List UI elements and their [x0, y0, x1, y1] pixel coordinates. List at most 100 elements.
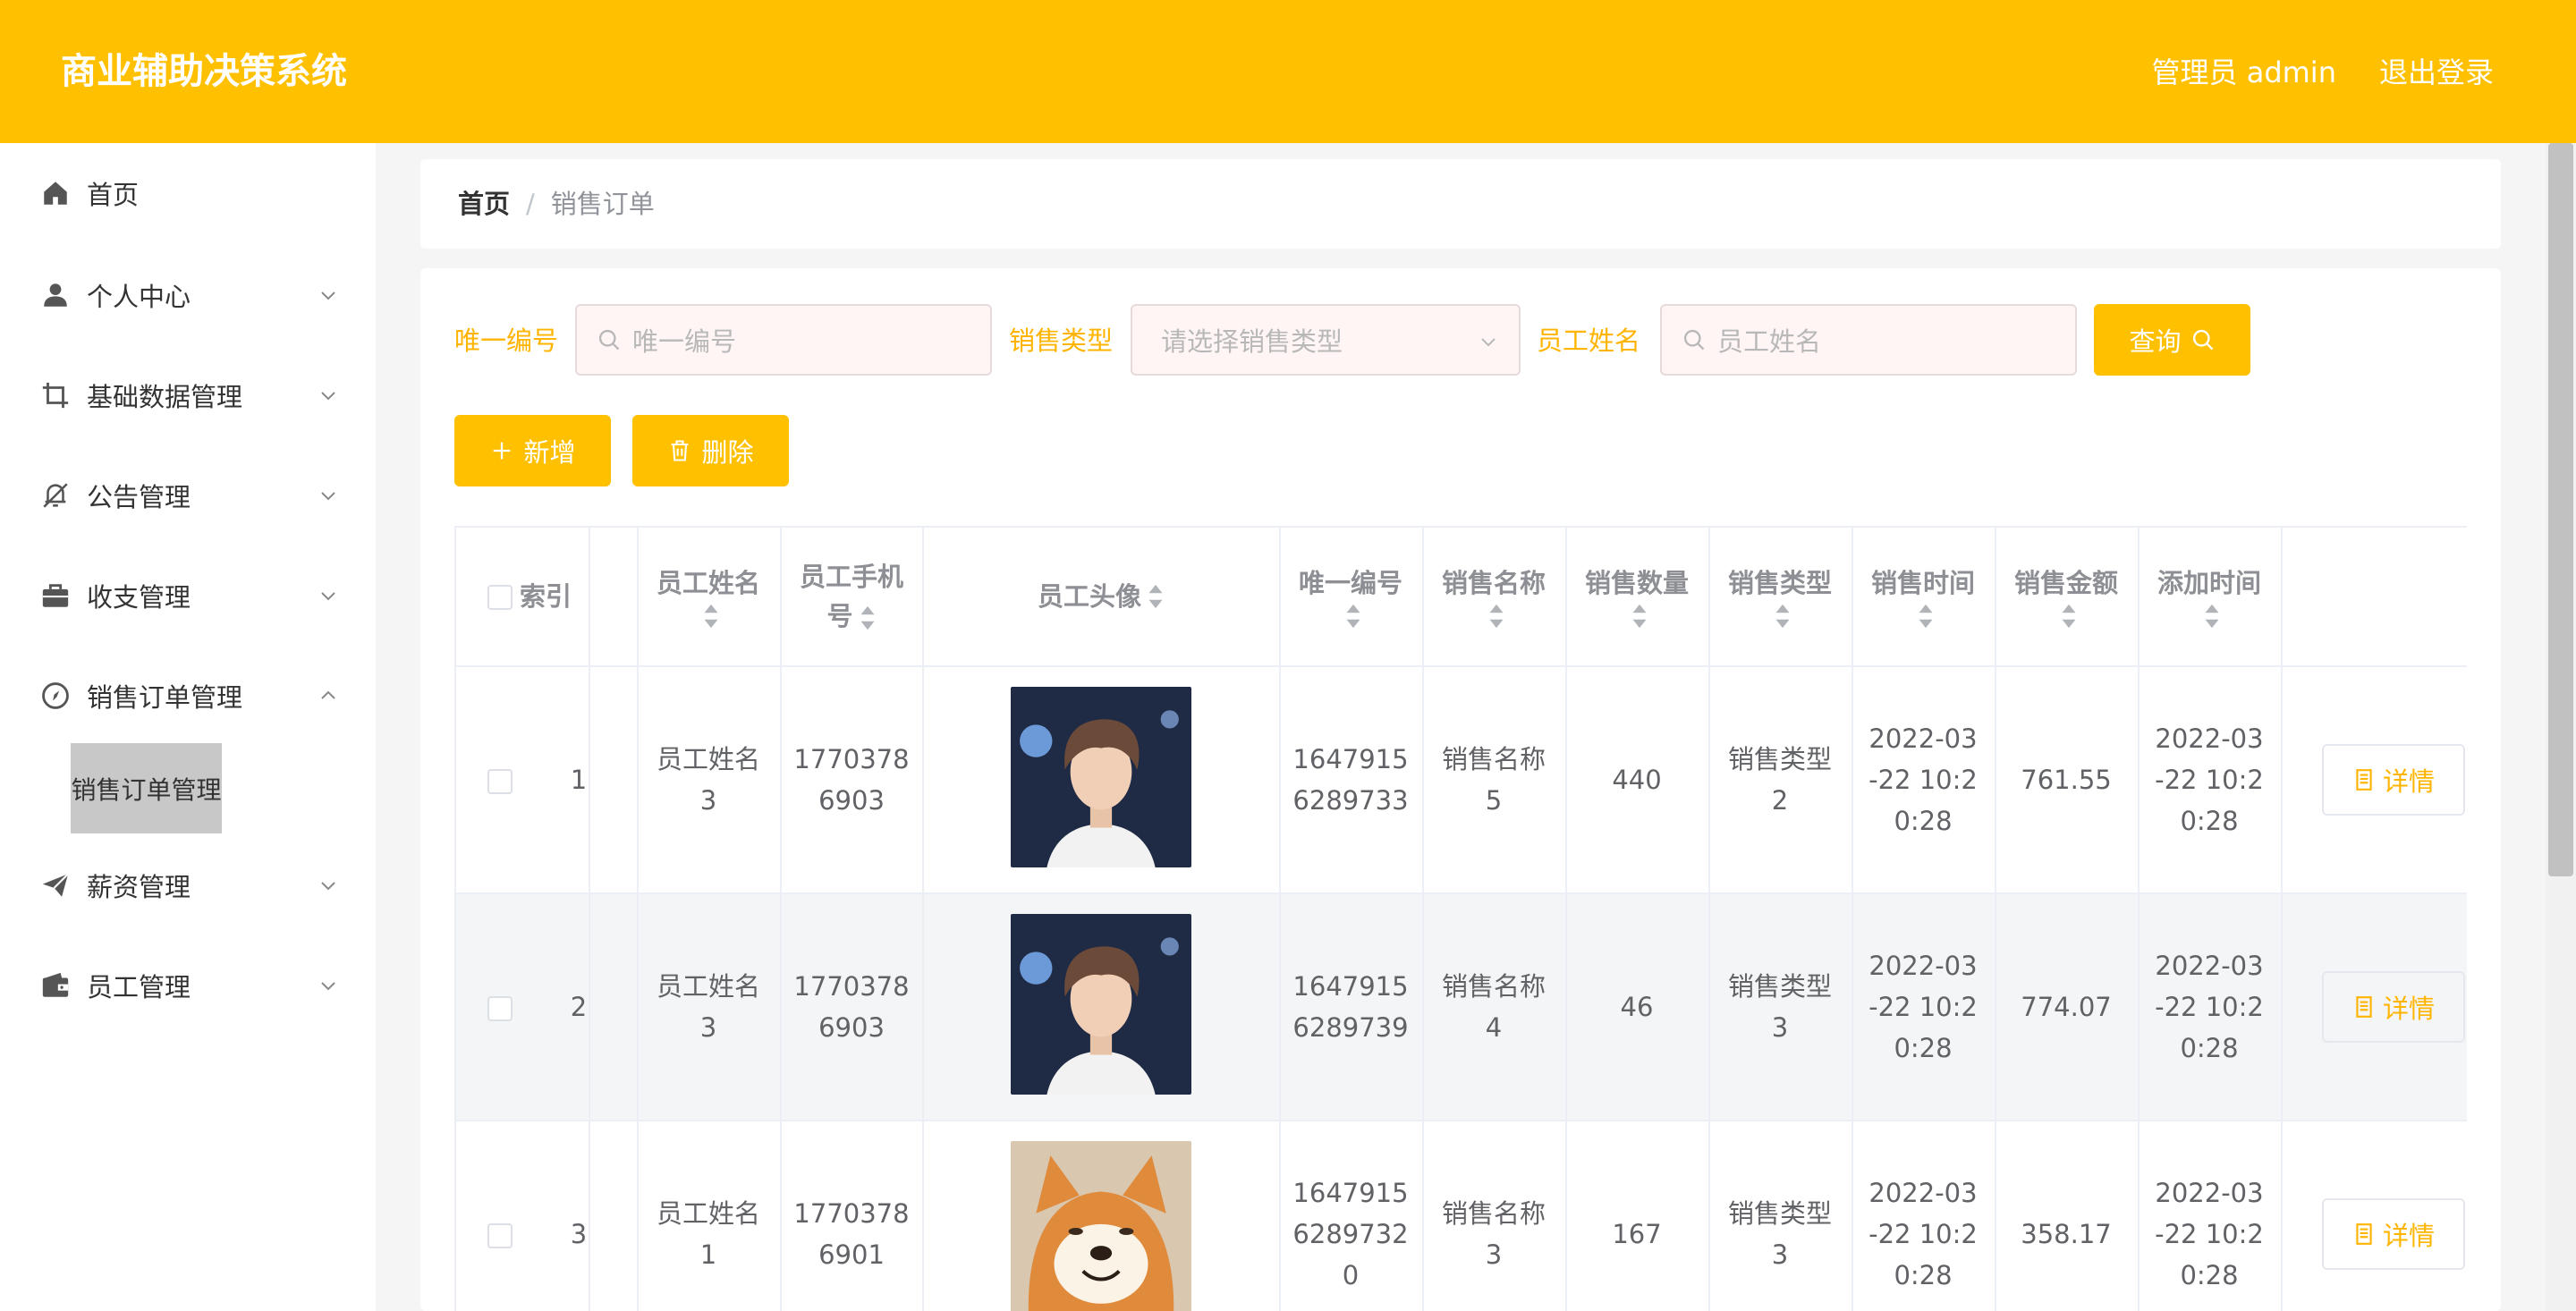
chevron-down-icon [321, 392, 335, 401]
bell-off-icon [39, 479, 72, 512]
row-amount: 761.55 [2021, 765, 2112, 795]
sidebar-item-label: 收支管理 [87, 582, 191, 613]
sidebar-subitem-sales-order-management[interactable]: 销售订单管理 [71, 743, 222, 833]
breadcrumb-bar: 首页 / 销售订单 [420, 159, 2501, 249]
sidebar: 首页 个人中心 基础数据管理 公告管理 收支管理 销售订单管理 销售订单管理 薪… [0, 143, 376, 1311]
row-employee-phone: 1770378 6903 [793, 744, 910, 816]
document-icon [2356, 996, 2372, 1018]
row-amount: 774.07 [2021, 992, 2112, 1022]
employee-name-label: 员工姓名 [1537, 326, 1641, 356]
chevron-up-icon [321, 690, 335, 699]
chevron-down-icon [321, 982, 335, 991]
row-checkbox[interactable] [487, 996, 513, 1021]
delete-button[interactable]: 删除 [632, 415, 789, 486]
breadcrumb: 首页 / 销售订单 [458, 186, 655, 222]
sidebar-item-label: 销售订单管理 [87, 682, 243, 713]
column-header-quantity[interactable]: 销售数量 [1565, 528, 1708, 665]
compass-icon [39, 680, 72, 712]
sidebar-item-employees[interactable]: 员工管理 [0, 950, 376, 1021]
query-button-label: 查询 [2129, 326, 2182, 357]
sidebar-item-sales-orders[interactable]: 销售订单管理 [0, 660, 376, 732]
sale-type-select[interactable]: 请选择销售类型 [1131, 304, 1521, 376]
employee-avatar-image [1011, 1141, 1191, 1311]
sale-type-label: 销售类型 [1009, 326, 1114, 356]
employee-name-input[interactable]: 员工姓名 [1660, 304, 2077, 376]
sidebar-item-label: 首页 [87, 180, 140, 210]
breadcrumb-separator: / [526, 189, 535, 219]
detail-button[interactable]: 详情 [2322, 971, 2465, 1043]
wallet-icon [39, 969, 72, 1002]
column-header-unique-id[interactable]: 唯一编号 [1279, 528, 1422, 665]
crop-icon [39, 379, 72, 411]
sidebar-item-announcements[interactable]: 公告管理 [0, 460, 376, 531]
detail-button[interactable]: 详情 [2322, 1198, 2465, 1270]
row-checkbox[interactable] [487, 1223, 513, 1248]
unique-id-input[interactable]: 唯一编号 [575, 304, 992, 376]
row-checkbox[interactable] [487, 769, 513, 794]
column-header-index: 索引 [519, 581, 572, 612]
row-quantity: 167 [1612, 1219, 1662, 1249]
employee-name-placeholder: 员工姓名 [1717, 326, 1822, 357]
row-quantity: 440 [1612, 765, 1662, 795]
add-button[interactable]: 新增 [454, 415, 611, 486]
sidebar-item-label: 个人中心 [87, 282, 191, 312]
search-icon [598, 329, 620, 351]
column-header-employee-name[interactable]: 员工姓名 [637, 528, 780, 665]
column-header-amount[interactable]: 销售金额 [1995, 528, 2138, 665]
row-quantity: 46 [1620, 992, 1654, 1022]
sort-icon [1919, 604, 1933, 629]
column-header-added-time[interactable]: 添加时间 [2138, 528, 2281, 665]
column-header-sale-name[interactable]: 销售名称 [1422, 528, 1565, 665]
trash-icon [672, 440, 689, 461]
briefcase-icon [39, 579, 72, 612]
sidebar-item-label: 员工管理 [87, 972, 191, 1002]
sidebar-item-label: 公告管理 [87, 482, 191, 512]
detail-button[interactable]: 详情 [2322, 744, 2465, 816]
column-header-avatar[interactable]: 员工头像 [922, 528, 1280, 665]
sale-type-placeholder: 请选择销售类型 [1161, 326, 1343, 357]
send-icon [39, 869, 72, 901]
row-sale-type: 销售类型 3 [1727, 971, 1832, 1043]
current-user-label[interactable]: 管理员 admin [2152, 52, 2336, 93]
logout-button[interactable]: 退出登录 [2379, 52, 2494, 93]
row-index: 3 [570, 1219, 588, 1249]
row-sale-type: 销售类型 3 [1727, 1198, 1832, 1270]
sidebar-item-basic-data[interactable]: 基础数据管理 [0, 359, 376, 431]
chevron-down-icon [321, 882, 335, 891]
row-sale-name: 销售名称 4 [1441, 971, 1546, 1043]
row-sale-time: 2022-03 -22 10:2 0:28 [1868, 1178, 1978, 1290]
row-employee-phone: 1770378 6903 [793, 971, 910, 1043]
scrollbar-thumb[interactable] [2548, 143, 2573, 876]
row-employee-name: 员工姓名 1 [656, 1198, 760, 1270]
sidebar-subitem-label: 销售订单管理 [71, 774, 222, 805]
row-sale-name: 销售名称 3 [1441, 1198, 1546, 1270]
detail-button-label: 详情 [2382, 766, 2435, 797]
sidebar-item-personal-center[interactable]: 个人中心 [0, 259, 376, 331]
row-employee-name: 员工姓名 3 [656, 971, 760, 1043]
column-header-employee-phone[interactable]: 员工手机 号 [780, 528, 923, 665]
sidebar-item-finance[interactable]: 收支管理 [0, 560, 376, 631]
chevron-down-icon [321, 592, 335, 601]
search-icon [1683, 329, 1705, 351]
chevron-down-icon [1481, 338, 1496, 347]
sidebar-item-salary[interactable]: 薪资管理 [0, 850, 376, 921]
employee-avatar-image [1011, 687, 1191, 867]
sort-icon [704, 604, 718, 629]
unique-id-label: 唯一编号 [454, 326, 559, 356]
row-added-time: 2022-03 -22 10:2 0:28 [2155, 723, 2264, 836]
add-button-label: 新增 [523, 437, 576, 468]
sidebar-item-home[interactable]: 首页 [0, 157, 376, 229]
row-added-time: 2022-03 -22 10:2 0:28 [2155, 951, 2264, 1063]
sort-icon [1775, 604, 1790, 629]
breadcrumb-home[interactable]: 首页 [458, 186, 510, 222]
app-title: 商业辅助决策系统 [61, 51, 347, 92]
row-added-time: 2022-03 -22 10:2 0:28 [2155, 1178, 2264, 1290]
column-header-sale-time[interactable]: 销售时间 [1852, 528, 1995, 665]
sales-order-table: 索引 员工姓名 员工手机 号 员工头像 唯一编号 销售名称 销售数量 销售类型 … [454, 526, 2467, 1311]
document-icon [2356, 769, 2372, 791]
row-employee-name: 员工姓名 3 [656, 744, 760, 816]
query-button[interactable]: 查询 [2094, 304, 2250, 376]
detail-button-label: 详情 [2382, 994, 2435, 1024]
user-icon [39, 279, 72, 311]
column-header-sale-type[interactable]: 销售类型 [1708, 528, 1852, 665]
